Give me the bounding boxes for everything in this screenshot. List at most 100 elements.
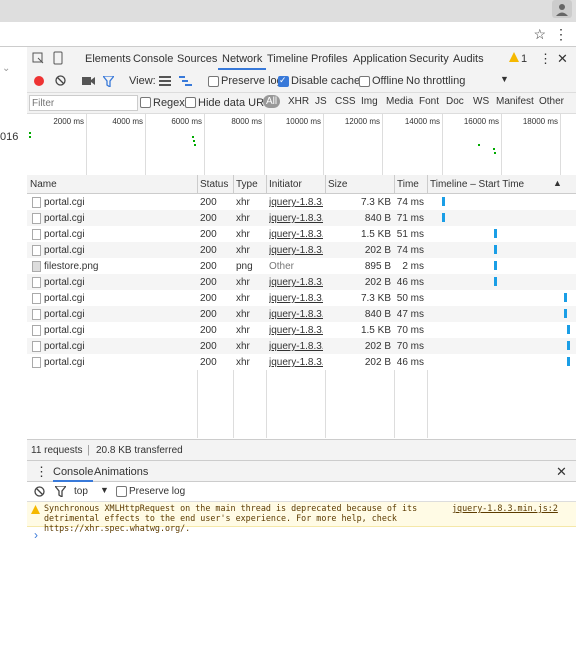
regex-checkbox[interactable] [140,97,151,108]
type-filter-other[interactable]: Other [539,96,564,107]
tab-elements[interactable]: Elements [85,53,131,65]
request-name[interactable]: portal.cgi [44,309,192,320]
table-row[interactable]: portal.cgi 200 xhr jquery-1.8.3.... 7.3 KB 50… [27,290,576,306]
column-header-4[interactable]: Size [328,179,391,190]
warning-source-link[interactable]: jquery-1.8.3.min.js:2 [452,503,558,513]
tab-timeline[interactable]: Timeline [267,53,308,65]
table-row[interactable]: portal.cgi 200 xhr jquery-1.8.3.... 202 B 74 … [27,242,576,258]
column-header-3[interactable]: Initiator [269,179,322,190]
tab-application[interactable]: Application [353,53,407,65]
request-initiator[interactable]: jquery-1.8.3.... [269,293,323,304]
prompt-icon: › [34,528,38,542]
hide-data-urls-checkbox[interactable] [185,97,196,108]
request-name[interactable]: portal.cgi [44,293,192,304]
table-row[interactable]: filestore.png 200 png Other 895 B 2 ms [27,258,576,274]
console-preserve-log-checkbox[interactable] [116,486,127,497]
record-icon[interactable] [34,76,44,86]
type-filter-css[interactable]: CSS [335,96,356,107]
table-row[interactable]: portal.cgi 200 xhr jquery-1.8.3.... 7.3 KB 74… [27,194,576,210]
request-name[interactable]: filestore.png [44,261,192,272]
close-icon[interactable]: ✕ [556,464,567,480]
request-name[interactable]: portal.cgi [44,229,192,240]
table-row[interactable]: portal.cgi 200 xhr jquery-1.8.3.... 1.5 KB 70… [27,322,576,338]
request-name[interactable]: portal.cgi [44,277,192,288]
tab-console[interactable]: Console [53,466,94,482]
column-header-1[interactable]: Status [200,179,230,190]
type-filter-all[interactable]: All [263,95,281,108]
throttling-select[interactable]: No throttling [406,75,465,87]
column-header-5[interactable]: Time [397,179,424,190]
request-name[interactable]: portal.cgi [44,213,192,224]
kebab-icon[interactable]: ⋮ [35,464,48,480]
type-filter-doc[interactable]: Doc [446,96,464,107]
tab-network[interactable]: Network [217,53,267,70]
request-name[interactable]: portal.cgi [44,197,192,208]
column-header-6[interactable]: Timeline – Start Time [430,179,573,190]
type-filter-img[interactable]: Img [361,96,378,107]
waterfall-view-icon[interactable] [179,76,192,89]
kebab-icon[interactable]: ⋮ [554,26,568,43]
disable-cache-checkbox[interactable] [278,75,289,87]
type-filter-media[interactable]: Media [386,96,413,107]
user-icon[interactable] [552,0,572,18]
tab-animations[interactable]: Animations [94,466,148,478]
filter-bar: Regex Hide data URLs AllXHRJSCSSImgMedia… [27,93,576,114]
request-initiator[interactable]: jquery-1.8.3.... [269,245,323,256]
request-name[interactable]: portal.cgi [44,245,192,256]
context-select[interactable]: top [74,486,88,497]
request-initiator[interactable]: jquery-1.8.3.... [269,213,323,224]
tab-profiles[interactable]: Profiles [311,53,348,65]
tab-sources[interactable]: Sources [177,53,217,65]
filter-icon[interactable] [101,75,116,90]
request-initiator[interactable]: jquery-1.8.3.... [269,277,323,288]
request-initiator[interactable]: jquery-1.8.3.... [269,309,323,320]
tab-audits[interactable]: Audits [453,53,484,65]
sort-up-icon[interactable]: ▲ [553,178,562,188]
request-initiator[interactable]: jquery-1.8.3.... [269,341,323,352]
list-view-icon[interactable] [159,76,171,89]
inspect-icon[interactable] [32,52,44,67]
table-row[interactable]: portal.cgi 200 xhr jquery-1.8.3.... 202 B 46 … [27,274,576,290]
request-initiator[interactable]: jquery-1.8.3.... [269,357,323,368]
clear-icon[interactable] [55,75,66,89]
request-initiator[interactable]: jquery-1.8.3.... [269,325,323,336]
clear-icon[interactable] [34,486,45,500]
filter-icon[interactable] [53,485,68,500]
type-filter-xhr[interactable]: XHR [288,96,309,107]
offline-checkbox[interactable] [359,76,370,87]
overview-mark [29,136,31,138]
column-header-2[interactable]: Type [236,179,263,190]
type-filter-font[interactable]: Font [419,96,439,107]
kebab-icon[interactable]: ⋮ [539,51,552,67]
table-row[interactable]: portal.cgi 200 xhr jquery-1.8.3.... 202 B 46 … [27,354,576,370]
close-icon[interactable]: ✕ [557,51,568,67]
table-row[interactable]: portal.cgi 200 xhr jquery-1.8.3.... 1.5 KB 51… [27,226,576,242]
address-bar[interactable]: ☆ ⋮ [0,22,576,47]
tab-console[interactable]: Console [133,53,173,65]
request-initiator[interactable]: jquery-1.8.3.... [269,229,323,240]
overview-mark [192,136,194,138]
request-initiator[interactable]: jquery-1.8.3.... [269,197,323,208]
star-icon[interactable]: ☆ [533,26,546,43]
table-row[interactable]: portal.cgi 200 xhr jquery-1.8.3.... 840 B 71 … [27,210,576,226]
table-row[interactable]: portal.cgi 200 xhr jquery-1.8.3.... 202 B 70 … [27,338,576,354]
type-filter-ws[interactable]: WS [473,96,489,107]
tab-security[interactable]: Security [409,53,449,65]
timeline-bar [567,325,570,334]
timeline-bar [442,197,445,206]
request-name[interactable]: portal.cgi [44,325,192,336]
camera-icon[interactable] [82,76,95,89]
request-name[interactable]: portal.cgi [44,357,192,368]
table-row[interactable]: portal.cgi 200 xhr jquery-1.8.3.... 840 B 47 … [27,306,576,322]
warning-icon[interactable] [509,52,519,65]
chevron-down-icon[interactable]: ▼ [500,74,509,84]
type-filter-js[interactable]: JS [315,96,327,107]
filter-input[interactable] [29,95,138,111]
console-prompt[interactable]: › [27,528,576,542]
chevron-down-icon[interactable]: ▼ [100,485,109,495]
column-header-0[interactable]: Name [30,179,194,190]
type-filter-manifest[interactable]: Manifest [496,96,534,107]
preserve-log-checkbox[interactable] [208,76,219,87]
request-name[interactable]: portal.cgi [44,341,192,352]
device-toggle-icon[interactable] [52,51,64,68]
